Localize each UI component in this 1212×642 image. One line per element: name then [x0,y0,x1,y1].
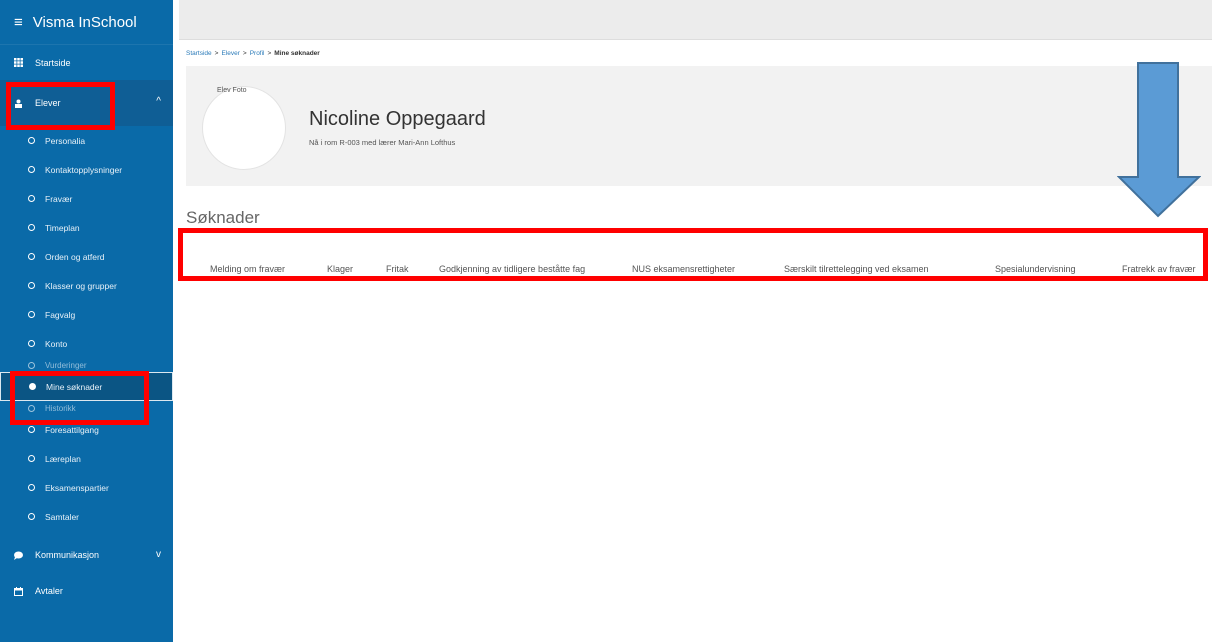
sidebar-item-eksamenspartier[interactable]: Eksamenspartier [0,473,173,502]
app-root: ≡ Visma InSchool Startside Elever ^ Pers… [0,0,1212,642]
chat-bubble-icon [14,551,23,560]
breadcrumb-separator: > [242,50,247,57]
circle-icon [28,282,35,289]
tab-fratrekk-av-fravaer[interactable]: Fratrekk av fravær [1122,264,1196,274]
tab-saerskilt-tilrettelegging[interactable]: Særskilt tilrettelegging ved eksamen [784,264,929,274]
sidebar-item-label: Fravær [45,193,73,204]
circle-icon [28,455,35,462]
profile-header: Elev Foto Nicoline Oppegaard Nå i rom R-… [186,66,1212,186]
breadcrumb: Startside > Elever > Profil > Mine søknader [186,50,320,57]
sidebar-item-orden-og-atferd[interactable]: Orden og atferd [0,242,173,271]
circle-icon [28,137,35,144]
circle-icon [28,195,35,202]
sidebar-item-label: Orden og atferd [45,251,105,262]
student-photo: Elev Foto [202,86,286,170]
sidebar-item-label: Klasser og grupper [45,280,117,291]
sidebar-item-avtaler[interactable]: Avtaler [0,573,173,609]
tab-klager[interactable]: Klager [327,264,353,274]
tab-fritak[interactable]: Fritak [386,264,409,274]
sidebar-item-label: Startside [35,57,71,68]
sidebar-item-label: Kontaktopplysninger [45,164,123,175]
sidebar-item-konto[interactable]: Konto [0,329,173,358]
circle-icon [28,224,35,231]
sidebar-item-label: Fagvalg [45,309,76,320]
page-title: Søknader [186,208,260,227]
breadcrumb-separator: > [214,50,219,57]
sidebar-item-label: Avtaler [35,586,63,596]
sidebar-divider [173,0,179,642]
menu-icon[interactable]: ≡ [14,14,23,31]
sidebar-item-label: Personalia [45,135,86,146]
student-name: Nicoline Oppegaard [309,108,486,130]
circle-icon [28,253,35,260]
down-arrow-icon [1117,62,1201,218]
circle-icon [28,361,35,369]
sidebar-item-klasser-og-grupper[interactable]: Klasser og grupper [0,271,173,300]
breadcrumb-startside[interactable]: Startside [186,50,212,57]
sidebar-item-laereplan[interactable]: Læreplan [0,444,173,473]
sidebar-item-personalia[interactable]: Personalia [0,126,173,155]
circle-icon [28,426,35,433]
breadcrumb-profil[interactable]: Profil [250,50,265,57]
sidebar-item-timeplan[interactable]: Timeplan [0,213,173,242]
sidebar-item-label: Kommunikasjon [35,550,100,560]
grid-icon [14,58,23,67]
sidebar-item-label: Samtaler [45,511,80,522]
circle-icon [28,513,35,520]
sidebar-item-label: Vurderinger [45,360,87,370]
tab-godkjenning[interactable]: Godkjenning av tidligere beståtte fag [439,264,585,274]
tab-spesialundervisning[interactable]: Spesialundervisning [995,264,1076,274]
sidebar-item-vurderinger[interactable]: Vurderinger [0,358,173,372]
sidebar-item-fagvalg[interactable]: Fagvalg [0,300,173,329]
sidebar-item-fravaer[interactable]: Fravær [0,184,173,213]
sidebar-item-startside[interactable]: Startside [0,44,173,80]
breadcrumb-separator: > [267,50,272,57]
sidebar-item-samtaler[interactable]: Samtaler [0,502,173,531]
tab-nus-eksamensrettigheter[interactable]: NUS eksamensrettigheter [632,264,735,274]
breadcrumb-elever[interactable]: Elever [221,50,239,57]
sidebar-item-label: Konto [45,338,68,349]
tab-melding-om-fravaer[interactable]: Melding om fravær [210,264,285,274]
annotation-box-elever [6,82,115,130]
sidebar-item-kommunikasjon[interactable]: Kommunikasjon v [0,537,173,573]
brand[interactable]: ≡ Visma InSchool [0,0,173,44]
annotation-box-mine-soknader [10,371,149,425]
chevron-down-icon[interactable]: v [156,549,161,560]
sidebar-item-label: Foresattilgang [45,424,99,435]
sidebar-item-label: Eksamenspartier [45,482,109,493]
photo-alt-text: Elev Foto [217,87,247,94]
sidebar-item-kontaktopplysninger[interactable]: Kontaktopplysninger [0,155,173,184]
circle-icon [28,340,35,347]
brand-title: Visma InSchool [32,13,137,31]
circle-icon [28,484,35,491]
sidebar-item-label: Læreplan [45,453,81,464]
breadcrumb-current: Mine søknader [274,50,320,57]
circle-icon [28,166,35,173]
application-tabs: Melding om fravær Klager Fritak Godkjenn… [178,228,1208,281]
calendar-icon [14,586,23,596]
chevron-up-icon[interactable]: ^ [156,96,161,107]
student-location: Nå i rom R-003 med lærer Mari-Ann Lofthu… [309,138,456,147]
top-bar [179,0,1212,40]
circle-icon [28,311,35,318]
sidebar-item-label: Timeplan [45,222,80,233]
